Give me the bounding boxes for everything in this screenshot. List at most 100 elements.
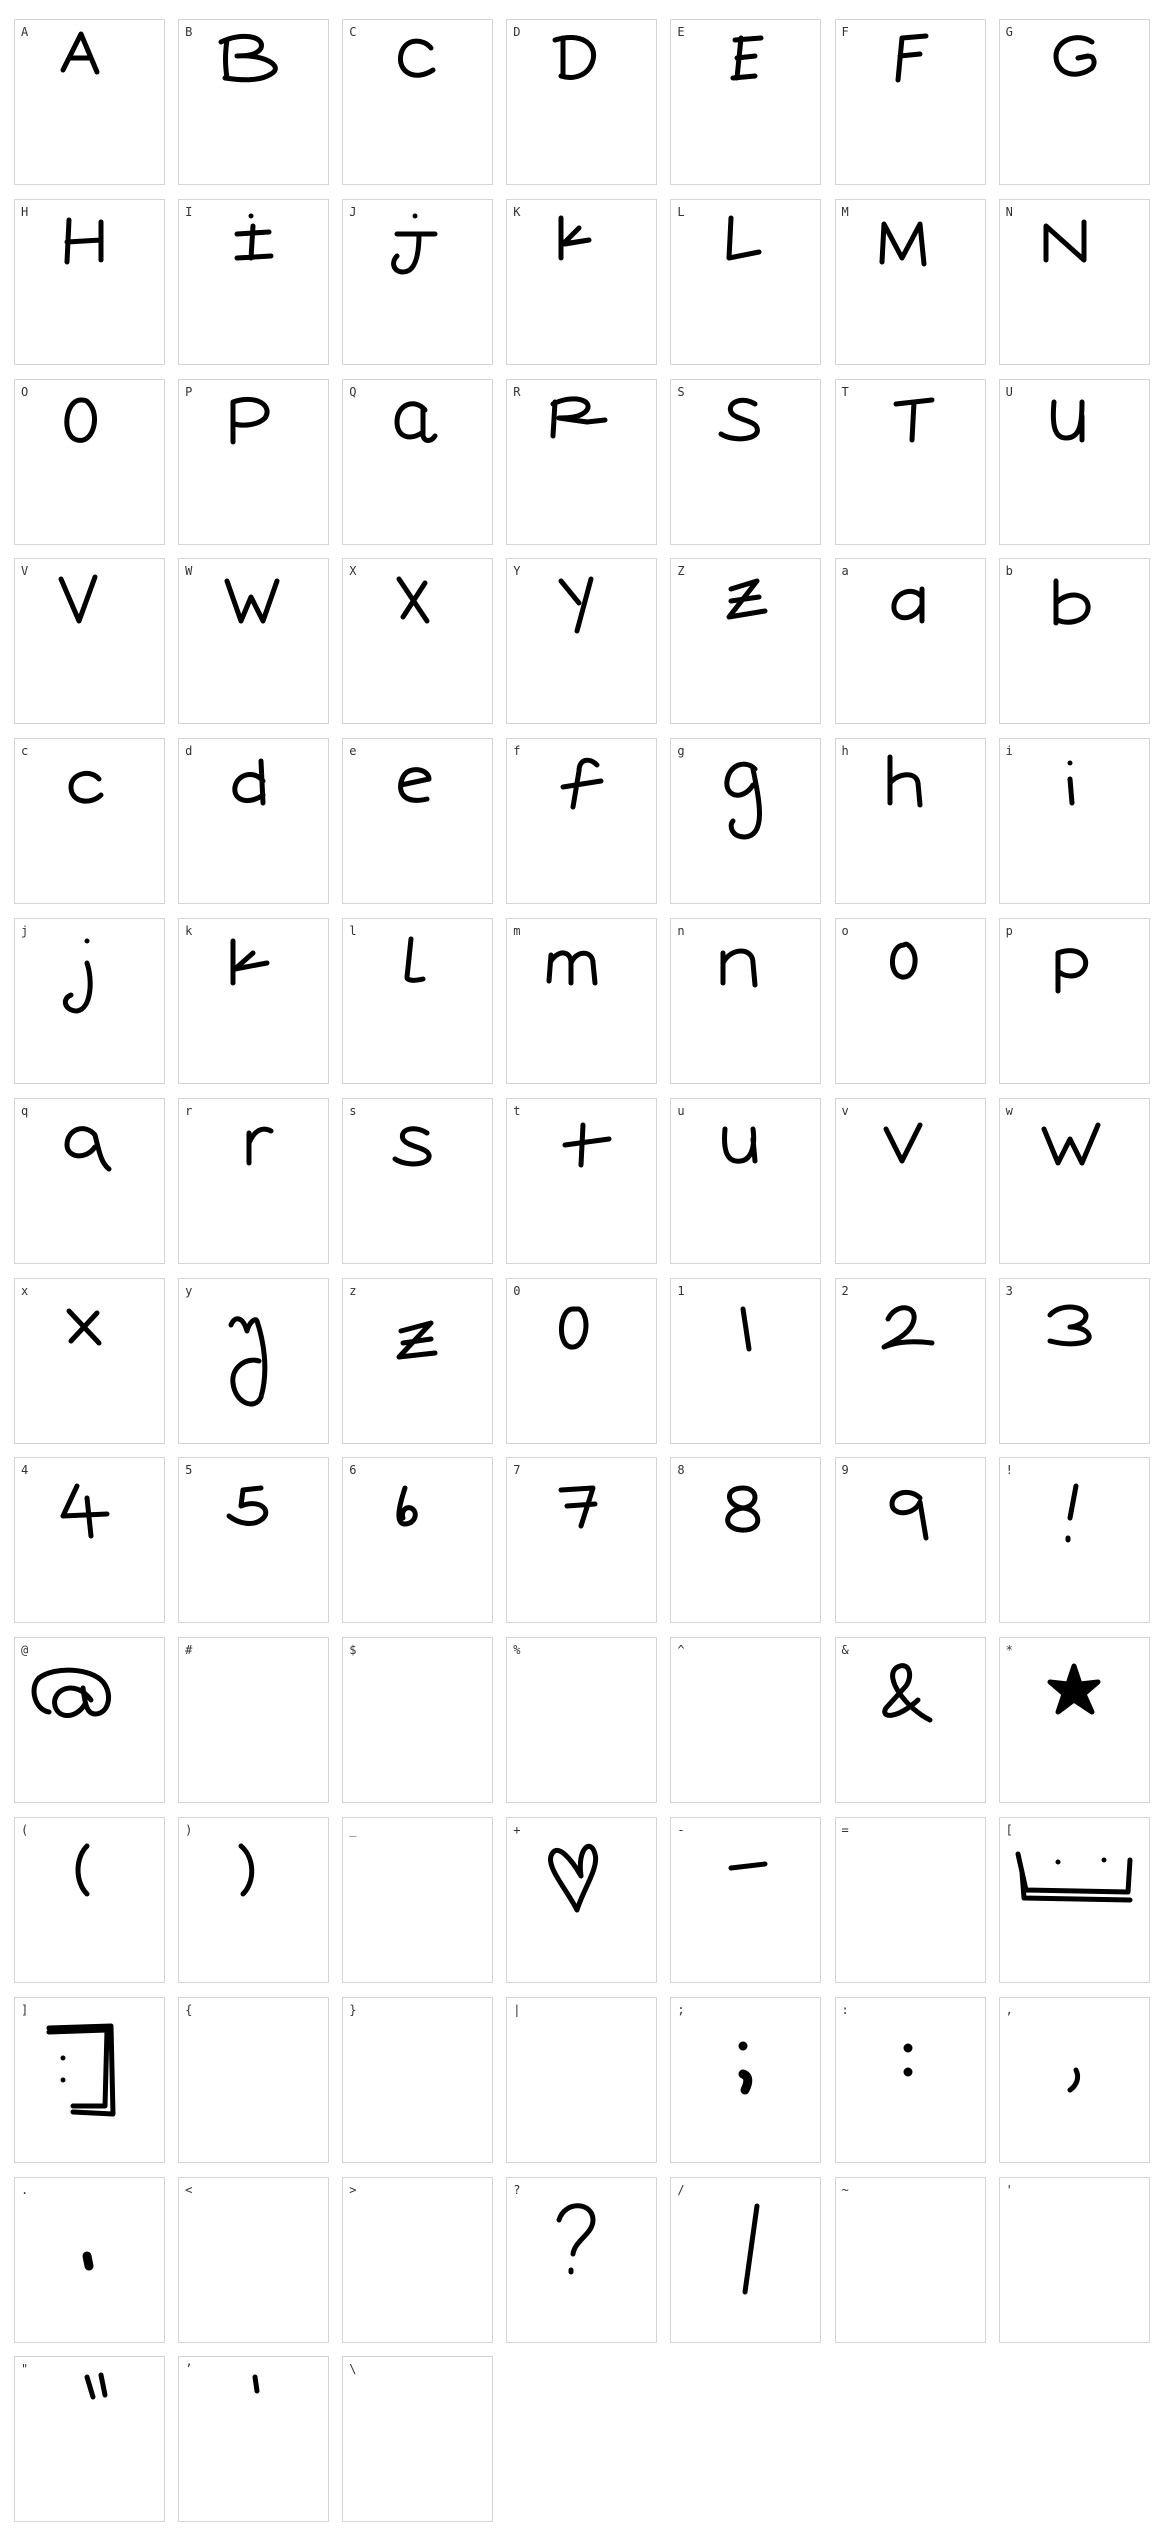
glyph-cell-digit-0: 0 xyxy=(506,1277,658,1444)
handwritten-glyph-lower-e xyxy=(398,767,432,803)
glyph-cell-lower-u: u xyxy=(670,1097,822,1264)
handwritten-glyph-upper-e xyxy=(730,35,764,81)
glyph-cell-upper-n: N xyxy=(998,198,1150,365)
glyph-stroke xyxy=(60,31,100,75)
glyph-stroke xyxy=(890,586,924,624)
glyph-stroke xyxy=(552,35,597,80)
glyph-cell-upper-g: G xyxy=(998,19,1150,185)
glyph-stroke xyxy=(1050,399,1085,443)
glyph-cell-asterisk: * xyxy=(998,1637,1150,1804)
glyph-stroke xyxy=(66,1308,102,1346)
glyph-stroke xyxy=(62,938,93,1014)
glyph-cell-lower-a: a xyxy=(834,558,986,725)
glyph-stroke xyxy=(391,213,438,275)
glyph-cell-lower-h: h xyxy=(834,738,986,905)
glyph-cell-lower-p: p xyxy=(998,918,1150,1084)
handwritten-glyph-digit-5 xyxy=(226,1485,269,1527)
glyph-stroke xyxy=(718,397,760,441)
glyph-cell-label: \ xyxy=(349,2362,357,2377)
handwritten-glyph-upper-p xyxy=(230,396,270,445)
glyph-cell-upper-s: S xyxy=(670,378,822,545)
handwritten-glyph-lower-n xyxy=(720,948,758,988)
handwritten-glyph-upper-z xyxy=(726,578,768,620)
glyph-cell-digit-9: 9 xyxy=(834,1457,986,1624)
glyph-cell-upper-b: B xyxy=(178,19,330,185)
handwritten-glyph-upper-g xyxy=(1053,35,1097,77)
glyph-stroke xyxy=(60,1483,110,1539)
glyph-cell-digit-8: 8 xyxy=(670,1457,822,1624)
glyph-cell-upper-k: K xyxy=(506,198,658,365)
glyph-cell-underscore: _ xyxy=(342,1817,494,1983)
glyph-cell-upper-h: H xyxy=(14,198,165,365)
handwritten-glyph-lower-h xyxy=(887,754,922,808)
glyph-cell-dollar: $ xyxy=(342,1637,494,1804)
glyph-stroke xyxy=(879,221,926,267)
handwritten-glyph-upper-q xyxy=(394,400,438,443)
glyph-cell-question: ? xyxy=(506,2176,658,2343)
handwritten-glyph-digit-6 xyxy=(396,1485,418,1527)
glyph-cell-plus: + xyxy=(506,1817,658,1983)
handwritten-glyph-digit-1 xyxy=(740,1306,752,1352)
glyph-cell-equals: = xyxy=(834,1817,986,1983)
glyph-cell-colon: : xyxy=(834,1996,986,2163)
handwritten-glyph-upper-k xyxy=(558,215,592,261)
handwritten-glyph-upper-u xyxy=(1050,399,1085,443)
glyph-cell-right-bracket: ] xyxy=(14,1996,165,2163)
glyph-cell-digit-2: 2 xyxy=(834,1277,986,1444)
glyph-cell-upper-d: D xyxy=(506,19,658,185)
handwritten-glyph-lower-j xyxy=(62,938,93,1014)
handwritten-glyph-lower-o xyxy=(889,941,918,980)
glyph-stroke xyxy=(226,1485,269,1527)
glyph-cell-less-than: < xyxy=(178,2176,330,2343)
glyph-stroke xyxy=(1047,1304,1092,1346)
glyph-cell-label: | xyxy=(513,2002,521,2017)
handwritten-glyph-lower-s xyxy=(392,1126,432,1167)
handwritten-glyph-exclamation xyxy=(1065,1483,1079,1543)
glyph-stroke xyxy=(228,1315,268,1407)
handwritten-glyph-upper-a xyxy=(60,31,100,75)
glyph-stroke xyxy=(75,1843,90,1897)
handwritten-glyph-period xyxy=(82,2251,94,2271)
glyph-cell-lower-w: w xyxy=(998,1097,1150,1264)
glyph-cell-pipe: | xyxy=(506,1996,658,2163)
glyph-cell-label: = xyxy=(841,1823,849,1837)
handwritten-glyph-asterisk xyxy=(1047,1663,1101,1715)
glyph-stroke xyxy=(404,936,426,983)
handwritten-glyph-digit-4 xyxy=(60,1483,110,1539)
glyph-stroke xyxy=(726,578,768,620)
handwritten-glyph-upper-x xyxy=(396,576,430,624)
star-mark xyxy=(1047,1663,1101,1715)
glyph-stroke xyxy=(224,578,280,624)
glyph-stroke xyxy=(394,400,438,443)
glyph-stroke xyxy=(218,33,278,83)
glyph-stroke xyxy=(546,950,598,986)
glyph-stroke xyxy=(881,1663,932,1723)
glyph-cell-lower-s: s xyxy=(342,1097,494,1264)
handwritten-glyph-lower-f xyxy=(560,757,604,810)
glyph-cell-label: ~ xyxy=(841,2182,849,2197)
glyph-stroke xyxy=(58,574,98,624)
glyph-stroke xyxy=(234,213,274,261)
glyph-cell-lower-r: r xyxy=(178,1097,330,1264)
glyph-cell-lower-o: o xyxy=(834,918,986,1084)
glyph-stroke xyxy=(550,395,608,439)
glyph-stroke xyxy=(1065,1483,1079,1543)
glyph-cell-upper-t: T xyxy=(834,378,986,545)
glyph-stroke xyxy=(881,1304,934,1350)
glyph-cell-upper-y: Y xyxy=(506,558,658,725)
glyph-cell-upper-q: Q xyxy=(342,378,494,545)
glyph-stroke xyxy=(398,767,432,803)
glyph-cell-label: # xyxy=(185,1643,193,1658)
glyph-cell-label: < xyxy=(185,2182,193,2197)
handwritten-glyph-digit-7 xyxy=(558,1485,598,1529)
glyph-cell-label: _ xyxy=(349,1823,357,1837)
glyph-cell-upper-v: V xyxy=(14,558,165,725)
glyph-stroke xyxy=(889,941,918,980)
glyph-stroke xyxy=(742,2203,760,2295)
glyph-cell-upper-e: E xyxy=(670,19,822,185)
handwritten-glyph-lower-t xyxy=(562,1122,612,1168)
handwritten-glyph-lower-u xyxy=(722,1126,758,1164)
glyph-cell-label: % xyxy=(513,1643,521,1658)
handwritten-glyph-upper-t xyxy=(893,397,934,443)
handwritten-glyph-digit-9 xyxy=(889,1490,928,1541)
